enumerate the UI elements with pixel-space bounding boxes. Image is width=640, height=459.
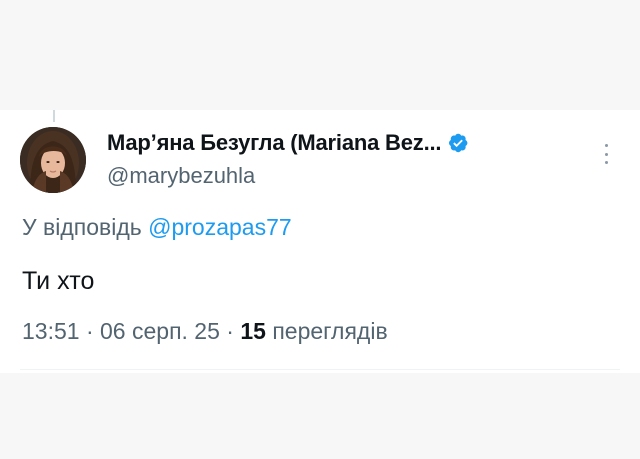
tweet-text: Ти хто: [22, 267, 95, 295]
author-handle[interactable]: @marybezuhla: [107, 163, 255, 189]
more-dot: [604, 152, 608, 156]
author-display-name[interactable]: Мар’яна Безугла (Mariana Bez...: [107, 130, 442, 156]
reply-to-handle-link[interactable]: @prozapas77: [148, 214, 292, 240]
more-dot: [604, 144, 608, 147]
divider: [20, 369, 620, 370]
thread-line: [53, 110, 55, 122]
more-vertical-icon[interactable]: [598, 142, 614, 166]
tweet-card[interactable]: Мар’яна Безугла (Mariana Bez... @marybez…: [0, 110, 640, 373]
avatar[interactable]: [20, 127, 86, 193]
views-count[interactable]: 15: [240, 318, 266, 344]
meta-separator: ·: [219, 318, 241, 344]
tweet-time[interactable]: 13:51: [22, 318, 80, 344]
meta-separator: ·: [79, 318, 101, 344]
reply-context: У відповідь @prozapas77: [22, 214, 292, 241]
author-name-row[interactable]: Мар’яна Безугла (Mariana Bez...: [107, 130, 469, 156]
reply-prefix: У відповідь: [22, 214, 149, 240]
more-dot: [604, 161, 608, 164]
tweet-date[interactable]: 06 серп. 25: [100, 318, 220, 344]
tweet-meta: 13:51 · 06 серп. 25 · 15 переглядів: [22, 318, 388, 345]
views-label[interactable]: переглядів: [266, 318, 387, 344]
avatar-photo: [20, 127, 86, 193]
verified-badge-icon: [449, 133, 468, 153]
